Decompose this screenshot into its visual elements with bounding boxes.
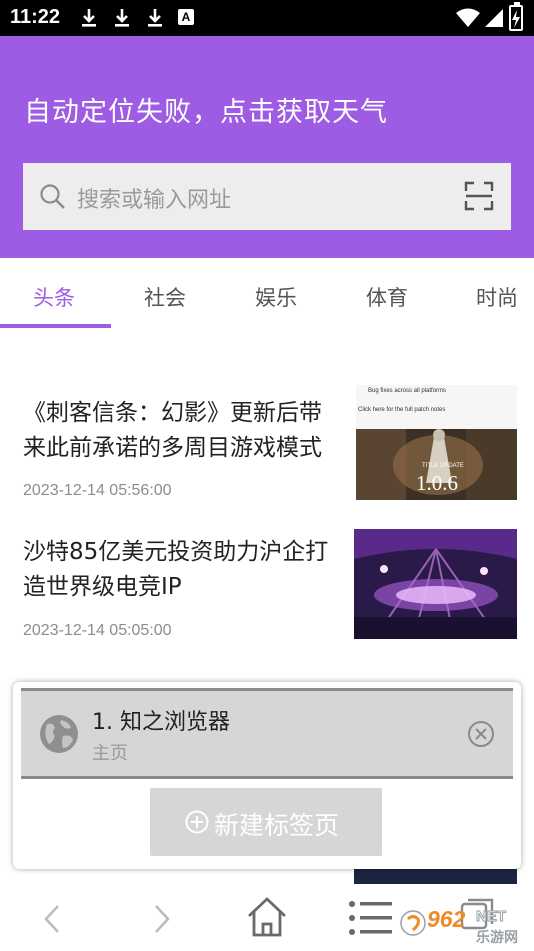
- open-tab-subtitle: 主页: [92, 743, 128, 764]
- a-notification-icon: A: [178, 9, 194, 25]
- signal-icon: [485, 9, 503, 27]
- download-icon: [82, 9, 96, 27]
- scan-icon[interactable]: [463, 180, 495, 212]
- bottom-toolbar: 962 NET 乐游网: [0, 886, 534, 951]
- wifi-icon: [456, 8, 480, 27]
- watermark-main-text: 962: [427, 906, 466, 932]
- open-tab-title: 1. 知之浏览器: [92, 710, 230, 735]
- status-bar: 11:22 A: [0, 0, 534, 36]
- watermark-logo-icon: [400, 910, 426, 936]
- news-title[interactable]: 沙特85亿美元投资助力沪企打造世界级电竞IP: [23, 535, 343, 605]
- news-time: 2023-12-14 05:56:00: [23, 482, 172, 499]
- tab-headlines[interactable]: 头条: [33, 282, 75, 312]
- weather-locate-link[interactable]: 自动定位失败，点击获取天气: [24, 90, 388, 129]
- search-placeholder: 搜索或输入网址: [77, 188, 232, 213]
- menu-icon[interactable]: [348, 900, 394, 936]
- tab-fashion[interactable]: 时尚: [476, 282, 518, 312]
- battery-charging-icon: [509, 2, 523, 31]
- tab-sports[interactable]: 体育: [366, 282, 408, 312]
- thumb-caption: 1.0.6: [416, 471, 458, 495]
- header: 自动定位失败，点击获取天气 搜索或输入网址: [0, 36, 534, 258]
- thumb-caption: TITLE UPDATE: [422, 463, 464, 469]
- home-icon[interactable]: [245, 896, 289, 938]
- news-thumbnail[interactable]: [354, 529, 517, 639]
- close-tab-icon[interactable]: [467, 720, 495, 748]
- forward-icon[interactable]: [150, 904, 174, 934]
- search-icon: [40, 184, 65, 209]
- status-time: 11:22: [10, 6, 61, 28]
- esports-arena-thumbnail-art: [354, 529, 517, 639]
- active-tab-indicator: [0, 324, 111, 328]
- new-tab-label: 新建标签页: [214, 811, 340, 840]
- thumb-caption: Bug fixes across all platforms: [368, 388, 447, 394]
- download-icon: [115, 9, 129, 27]
- open-tab-card[interactable]: 1. 知之浏览器 主页: [21, 688, 513, 779]
- watermark-sub-text: 乐游网: [476, 930, 518, 946]
- thumb-caption: Click here for the full patch notes: [358, 407, 446, 413]
- news-thumbnail[interactable]: Bug fixes across all platforms Click her…: [356, 385, 517, 500]
- news-item[interactable]: 沙特85亿美元投资助力沪企打造世界级电竞IP 2023-12-14 05:05:…: [0, 525, 534, 655]
- tab-manager-popup: 1. 知之浏览器 主页 新建标签页: [13, 682, 521, 869]
- tab-entertainment[interactable]: 娱乐: [255, 282, 297, 312]
- new-tab-button[interactable]: 新建标签页: [150, 788, 382, 856]
- tab-society[interactable]: 社会: [144, 282, 186, 312]
- search-input[interactable]: 搜索或输入网址: [23, 163, 511, 230]
- category-tabs: 头条 社会 娱乐 体育 时尚: [0, 258, 534, 330]
- news-item[interactable]: 《刺客信条：幻影》更新后带来此前承诺的多周目游戏模式 2023-12-14 05…: [0, 380, 534, 510]
- site-watermark: 962 NET 乐游网: [400, 906, 530, 950]
- watermark-net-text: NET: [476, 908, 507, 926]
- globe-icon: [40, 715, 78, 753]
- news-time: 2023-12-14 05:05:00: [23, 622, 172, 639]
- plus-circle-icon: [185, 810, 209, 834]
- news-title[interactable]: 《刺客信条：幻影》更新后带来此前承诺的多周目游戏模式: [23, 396, 343, 466]
- back-icon[interactable]: [40, 904, 64, 934]
- download-icon: [148, 9, 162, 27]
